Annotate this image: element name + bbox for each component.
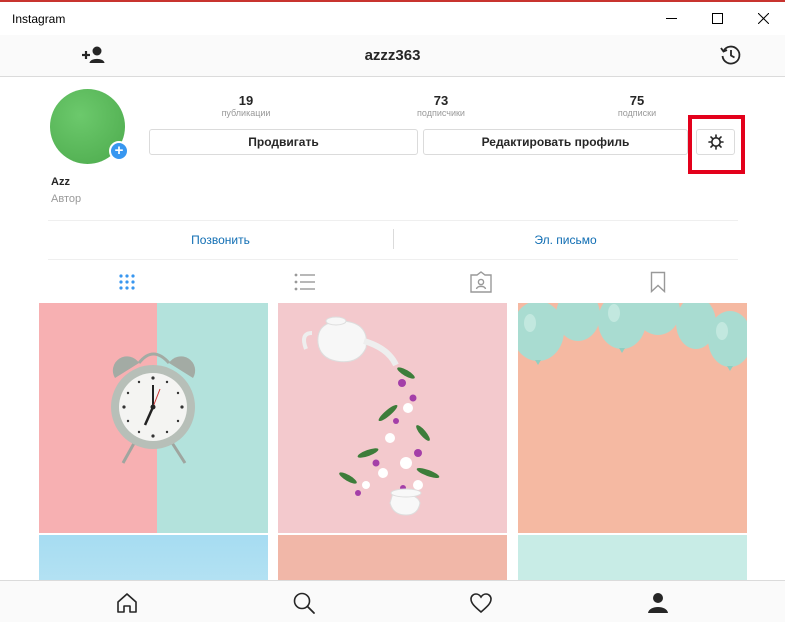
window-title: Instagram xyxy=(12,12,66,26)
profile-name: Azz xyxy=(51,176,70,188)
profile-view-tabs xyxy=(0,260,785,302)
close-icon xyxy=(757,13,769,24)
following-count[interactable]: 75 подписки xyxy=(577,93,697,118)
email-link[interactable]: Эл. письмо xyxy=(393,233,738,247)
alarm-clock-image xyxy=(111,352,196,464)
edit-profile-button[interactable]: Редактировать профиль xyxy=(423,129,688,155)
posts-count-value: 19 xyxy=(238,93,254,108)
app-header: azzz363 xyxy=(0,35,785,77)
posts-count-label: публикации xyxy=(221,108,271,118)
nav-search-button[interactable] xyxy=(291,590,317,616)
archive-button[interactable] xyxy=(719,43,743,67)
post-thumbnail[interactable] xyxy=(278,535,507,580)
home-icon xyxy=(117,593,137,613)
posts-count: 19 публикации xyxy=(186,93,306,118)
close-button[interactable] xyxy=(740,2,785,35)
contact-options: Позвонить Эл. письмо xyxy=(48,221,738,259)
nav-activity-button[interactable] xyxy=(468,590,494,616)
archive-history-icon xyxy=(720,45,741,65)
photo-grid xyxy=(38,303,748,580)
minimize-icon xyxy=(665,18,677,19)
maximize-icon xyxy=(711,13,723,24)
maximize-button[interactable] xyxy=(694,2,740,35)
gear-icon xyxy=(707,134,724,150)
followers-count-value: 73 xyxy=(433,93,449,108)
profile-category: Автор xyxy=(51,193,82,205)
bottom-navigation xyxy=(0,580,785,622)
minimize-button[interactable] xyxy=(648,2,694,35)
grid-icon xyxy=(119,274,135,290)
teapot-flowers-image xyxy=(302,316,440,516)
settings-button[interactable] xyxy=(696,129,735,155)
post-thumbnail[interactable] xyxy=(39,303,268,533)
search-icon xyxy=(293,592,315,614)
balloons-image xyxy=(518,303,747,371)
add-story-icon[interactable]: + xyxy=(109,141,129,161)
profile-icon xyxy=(648,593,668,613)
followers-count[interactable]: 73 подписчики xyxy=(381,93,501,118)
tab-grid[interactable] xyxy=(115,270,139,294)
post-thumbnail[interactable] xyxy=(278,303,507,533)
post-thumbnail[interactable] xyxy=(518,535,747,580)
following-count-label: подписки xyxy=(617,108,657,118)
call-link[interactable]: Позвонить xyxy=(48,233,393,247)
following-count-value: 75 xyxy=(629,93,645,108)
post-thumbnail[interactable] xyxy=(39,535,268,580)
list-icon xyxy=(294,273,315,291)
heart-icon xyxy=(470,593,492,614)
profile-username: azzz363 xyxy=(364,47,421,64)
tagged-photo-icon xyxy=(470,271,492,293)
nav-profile-button[interactable] xyxy=(645,590,671,616)
tab-list[interactable] xyxy=(293,270,317,294)
bookmark-icon xyxy=(650,271,666,293)
post-thumbnail[interactable] xyxy=(518,303,747,533)
promote-button[interactable]: Продвигать xyxy=(149,129,418,155)
window-titlebar: Instagram xyxy=(0,0,785,35)
followers-count-label: подписчики xyxy=(417,108,465,118)
tab-tagged[interactable] xyxy=(469,270,493,294)
nav-home-button[interactable] xyxy=(114,590,140,616)
tab-saved[interactable] xyxy=(646,270,670,294)
